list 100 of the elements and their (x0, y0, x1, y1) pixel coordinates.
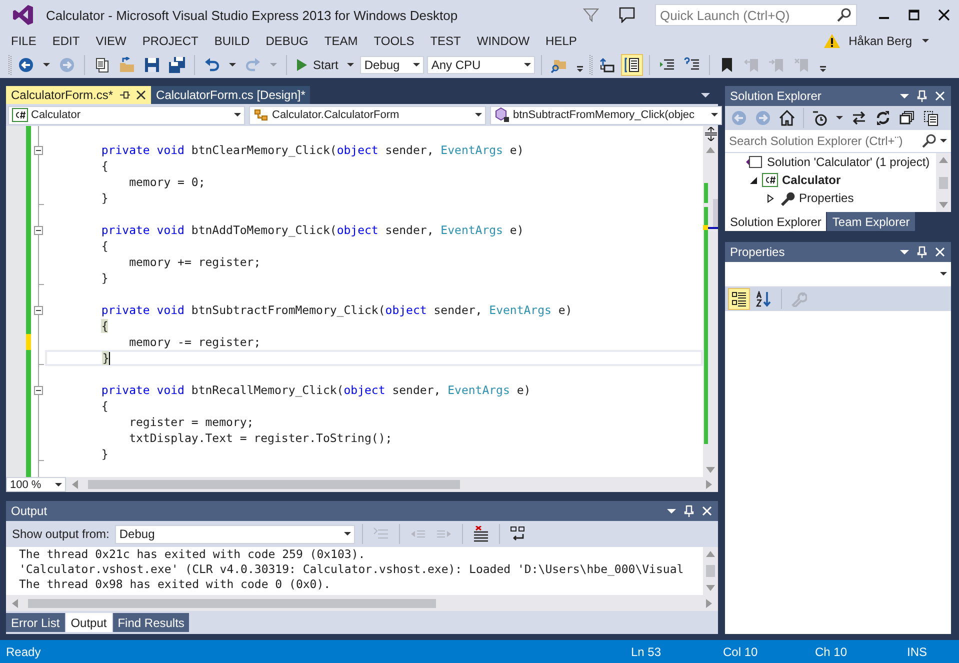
status-text: INS (907, 644, 928, 658)
warning-icon[interactable] (822, 33, 841, 49)
tree-item[interactable]: Calculator (782, 173, 841, 187)
menu-item[interactable]: TEST (422, 34, 469, 48)
toolbar-grip[interactable] (8, 54, 12, 76)
caret-icon[interactable] (922, 39, 929, 43)
text-cursor (109, 352, 110, 364)
pin-icon[interactable] (119, 90, 130, 100)
caret-icon (55, 482, 62, 486)
menu-item[interactable]: PROJECT (134, 34, 206, 48)
dropdown[interactable]: Debug (115, 524, 356, 544)
toolbar-grip[interactable] (589, 54, 594, 76)
tree-item[interactable]: Properties (799, 191, 854, 205)
code-window-icon[interactable] (621, 54, 644, 76)
panel-tab[interactable]: Team Explorer (827, 212, 915, 231)
scroll-thumb[interactable] (706, 565, 715, 577)
status-text: Ch 10 (815, 644, 848, 658)
solution-icon (745, 155, 763, 169)
collapsed-triangle-icon[interactable] (766, 194, 774, 202)
menu-item[interactable]: TEAM (316, 34, 366, 48)
code-line: { (100, 239, 108, 253)
dropdown[interactable]: Debug (360, 56, 424, 74)
code-line: memory -= register; (128, 335, 261, 349)
caret-icon (524, 63, 532, 67)
document-tab[interactable]: CalculatorForm.cs* (6, 86, 152, 104)
scrollbar[interactable] (703, 126, 718, 477)
field-label: Show output from: (12, 527, 110, 541)
speech-bubble-icon[interactable] (619, 7, 635, 23)
code-line: private void btnRecallMemory_Click(object sender, EventArgs e) (100, 383, 531, 397)
dropdown[interactable]: Calculator (8, 106, 245, 124)
panel-tab[interactable]: Output (66, 613, 112, 632)
status-text: Ln 53 (631, 644, 662, 658)
split-handle-icon[interactable] (704, 127, 716, 141)
start-button[interactable]: Start (293, 56, 342, 74)
panel-tab[interactable]: Solution Explorer (725, 212, 826, 231)
collapse-box-icon[interactable] (34, 226, 43, 234)
menu-item[interactable]: HELP (538, 34, 585, 48)
document-tab[interactable]: CalculatorForm.cs [Design]* (151, 86, 310, 104)
output-line: The thread 0x98 has exited with code 0 (0x0). (19, 577, 332, 592)
output-line: 'Calculator.vshost.exe' (CLR v4.0.30319: Calculator.vshost.exe): Loaded 'D:\Users\hbe_000\Visual (19, 562, 685, 577)
floppy-disks-icon[interactable] (166, 54, 188, 76)
tree-item[interactable]: Solution 'Calculator' (1 project) (767, 155, 930, 169)
collapse-box-icon[interactable] (34, 146, 43, 154)
wrench-icon (779, 190, 795, 206)
panel-title: Properties (730, 245, 785, 259)
selection-margin (6, 126, 26, 142)
code-line: memory += register; (128, 255, 261, 269)
scrollbar[interactable] (936, 153, 951, 212)
menu-item[interactable]: BUILD (206, 34, 258, 48)
quick-launch-field[interactable]: Quick Launch (Ctrl+Q) (655, 4, 857, 26)
code-line: { (100, 399, 108, 413)
expanded-triangle-icon[interactable] (748, 176, 758, 184)
caret-icon (344, 532, 352, 536)
search-icon[interactable] (922, 134, 936, 148)
scroll-thumb[interactable] (939, 176, 948, 188)
close-icon[interactable] (938, 9, 950, 21)
output-line: The thread 0x21c has exited with code 259 (0x103). (19, 547, 366, 562)
play-icon (296, 58, 308, 72)
menu-item[interactable]: TOOLS (366, 34, 422, 48)
menu-item[interactable]: WINDOW (468, 34, 538, 48)
code-line: { (100, 159, 108, 173)
project-icon (762, 173, 778, 187)
user-menu[interactable]: Håkan Berg (848, 34, 912, 48)
caret-icon (413, 63, 420, 67)
collapse-box-icon[interactable] (34, 306, 43, 314)
code-line: } (100, 447, 108, 461)
caret-icon (234, 113, 241, 117)
dropdown[interactable]: Any CPU (427, 56, 536, 74)
panel-title: Output (11, 504, 48, 518)
code-line: private void btnAddToMemory_Click(object sender, EventArgs e) (100, 223, 524, 237)
search-field[interactable]: Search Solution Explorer (Ctrl+¨) (725, 130, 951, 153)
zoom-dropdown[interactable]: 100 % (6, 477, 66, 492)
funnel-icon[interactable] (583, 7, 599, 23)
menu-item[interactable]: EDIT (44, 34, 88, 48)
categorized-list-icon[interactable] (728, 288, 750, 310)
panel-tab[interactable]: Find Results (112, 613, 190, 632)
selection-margin (6, 462, 26, 477)
window-title: Calculator - Microsoft Visual Studio Express 2013 for Windows Desktop (46, 8, 458, 22)
status-message: Ready (6, 644, 41, 658)
close-icon[interactable] (136, 90, 146, 100)
logo-icon (12, 4, 34, 26)
scrollbar[interactable] (6, 595, 718, 611)
search-icon[interactable] (837, 8, 851, 22)
dropdown[interactable]: Calculator.CalculatorForm (249, 106, 486, 124)
class-icon (253, 107, 269, 123)
code-line: txtDisplay.Text = register.ToString(); (128, 431, 392, 445)
code-line: memory = 0; (128, 175, 206, 189)
menu-item[interactable]: VIEW (88, 34, 134, 48)
maximize-icon[interactable] (908, 9, 920, 21)
scroll-thumb[interactable] (88, 480, 460, 489)
collapse-box-icon[interactable] (34, 386, 43, 394)
panel-tab[interactable]: Error List (6, 613, 65, 632)
menu-item[interactable]: DEBUG (258, 34, 316, 48)
caret-icon (940, 272, 947, 276)
menu-item[interactable]: FILE (3, 34, 44, 48)
scrollbar[interactable] (703, 547, 718, 595)
dropdown[interactable]: btnSubtractFromMemory_Click(objec (490, 106, 722, 124)
caret-icon (711, 113, 718, 117)
scroll-thumb[interactable] (28, 598, 436, 608)
caret-icon[interactable] (940, 139, 947, 143)
